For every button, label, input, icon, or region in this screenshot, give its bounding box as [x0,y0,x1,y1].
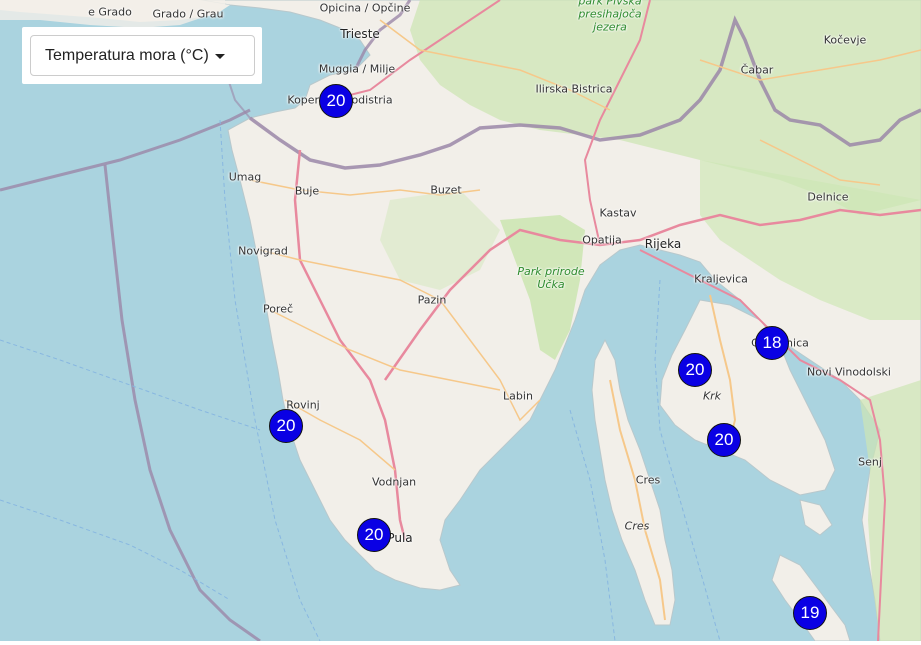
map-label: Novigrad [238,244,288,258]
caret-down-icon [214,54,225,59]
map-label: Cres [624,519,650,533]
maritime-boundary [0,108,251,192]
temperature-marker[interactable]: 20 [319,84,353,118]
temperature-marker[interactable]: 18 [755,326,789,360]
forest-velebit [860,380,921,641]
map-label: Pazin [417,293,447,307]
map-label: e Grado [88,5,132,19]
map-label: Vodnjan [371,475,417,489]
map-view[interactable]: e Grado Grado / Grau Opicina / Opčine Tr… [0,0,921,641]
layer-control: Temperatura mora (°C) [22,27,262,84]
map-label: Rijeka [644,237,682,251]
map-label: Park prirode Učka [517,265,585,291]
map-label: Opicina / Opčine [319,1,411,15]
map-label: Čabar [740,63,774,77]
map-label: Senj [858,455,882,469]
map-label: Trieste [340,27,380,41]
map-label: Buje [294,184,320,198]
map-label: Ilirska Bistrica [535,82,613,96]
map-label: Delnice [807,190,849,204]
map-tiles [0,0,921,641]
map-label: Kastav [599,206,637,220]
maritime-boundary-2 [103,164,261,641]
map-label: Poreč [262,302,294,316]
map-label: Krk [702,389,722,403]
map-label: Kočevje [823,33,867,47]
map-label: Labin [503,389,533,403]
map-label: Novi Vinodolski [807,365,891,379]
temperature-marker[interactable]: 20 [357,518,391,552]
map-label: Buzet [430,183,462,197]
map-label: Cres [635,473,661,487]
temperature-marker[interactable]: 20 [269,409,303,443]
map-label: Kraljevica [694,272,748,286]
island-plavnik [799,499,833,536]
layer-dropdown-button[interactable]: Temperatura mora (°C) [30,35,255,76]
page-bottom-strip [0,641,921,645]
dropdown-label: Temperatura mora (°C) [45,46,209,64]
temperature-marker[interactable]: 20 [707,423,741,457]
map-label: Grado / Grau [152,7,224,21]
map-label: park Pivška presihajoča jezera [578,0,642,34]
shipping-line-2 [0,499,231,601]
map-label: Umag [228,170,262,184]
temperature-marker[interactable]: 19 [793,596,827,630]
map-label: Pula [387,531,413,545]
shipping-line [0,339,261,431]
map-label: Opatija [582,233,622,247]
temperature-marker[interactable]: 20 [678,353,712,387]
map-label: Muggia / Milje [318,62,396,76]
